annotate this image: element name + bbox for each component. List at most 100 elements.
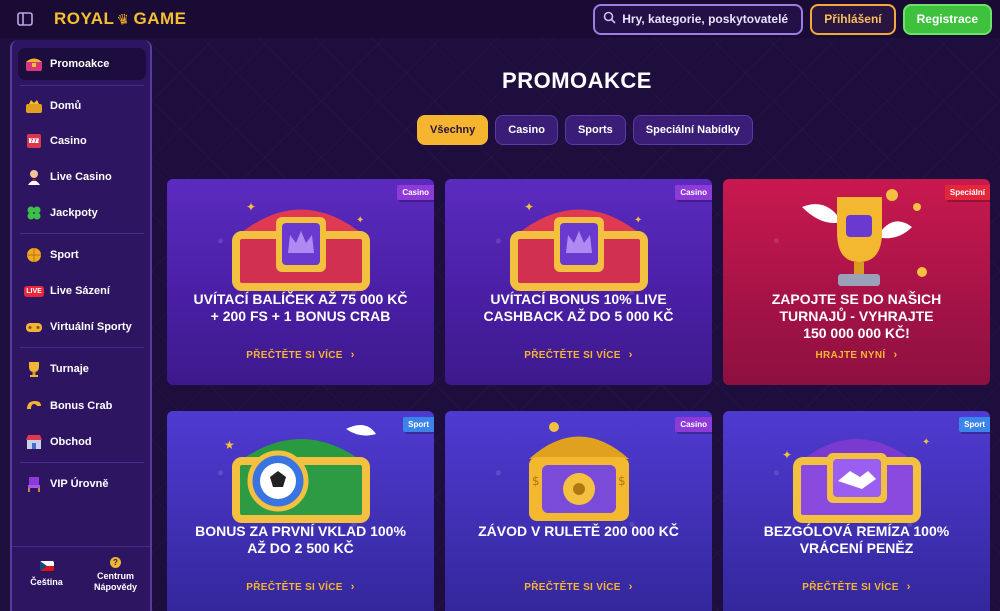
promo-card-roulette-race[interactable]: Casino $ $ ZÁVOD V RULETĚ 200 000 KČ PŘE… bbox=[445, 411, 712, 611]
sidebar-item-label: Domů bbox=[50, 100, 82, 112]
card-title-line2: + 200 FS + 1 BONUS CRAB bbox=[210, 308, 391, 324]
sidebar-item-label: Virtuální Sporty bbox=[50, 321, 132, 333]
card-title: ZÁVOD V RULETĚ 200 000 KČ bbox=[455, 523, 702, 540]
svg-text:$: $ bbox=[532, 474, 540, 488]
register-button[interactable]: Registrace bbox=[902, 3, 992, 35]
logo-text-royal: ROYAL bbox=[54, 9, 115, 28]
chevron-right-icon: › bbox=[893, 349, 898, 361]
read-more-link[interactable]: PŘEČTĚTE SI VÍCE › bbox=[167, 349, 434, 361]
top-header: ROYAL ♛ GAME Přihlášení Registrace bbox=[0, 0, 1000, 38]
sidebar-item-label: Live Sázení bbox=[50, 285, 110, 297]
help-label-line1: Centrum bbox=[96, 570, 134, 581]
royal-game-logo[interactable]: ROYAL ♛ GAME bbox=[54, 9, 187, 29]
winged-trophy-icon bbox=[801, 189, 927, 286]
help-center-link[interactable]: ? Centrum Nápovědy bbox=[81, 547, 150, 602]
football-chest-icon: ★ bbox=[224, 425, 376, 523]
card-tag: Casino bbox=[397, 185, 434, 200]
sidebar-item-jackpoty[interactable]: Jackpoty bbox=[18, 197, 146, 229]
logo-crown-icon: ♛ bbox=[115, 9, 133, 28]
card-title-line1: ZÁVOD V RULETĚ 200 000 KČ bbox=[478, 523, 679, 539]
card-title-line2: VRÁCENÍ PENĚZ bbox=[799, 540, 914, 556]
read-more-link[interactable]: PŘEČTĚTE SI VÍCE › bbox=[445, 581, 712, 593]
chevron-right-icon: › bbox=[350, 349, 355, 361]
sidebar-item-label: Promoakce bbox=[50, 58, 110, 70]
sidebar-item-label: Turnaje bbox=[50, 363, 89, 375]
read-more-link[interactable]: PŘEČTĚTE SI VÍCE › bbox=[445, 349, 712, 361]
language-selector[interactable]: Čeština bbox=[12, 547, 81, 602]
login-button[interactable]: Přihlášení bbox=[810, 3, 896, 35]
sidebar-item-turnaje[interactable]: Turnaje bbox=[18, 353, 146, 385]
language-label: Čeština bbox=[30, 577, 63, 587]
sidebar-divider bbox=[20, 462, 144, 463]
dealer-icon bbox=[24, 167, 44, 187]
play-now-link[interactable]: HRAJTE NYNÍ › bbox=[723, 349, 990, 361]
card-title-line2: AŽ DO 2 500 KČ bbox=[247, 540, 354, 556]
sidebar-item-obchod[interactable]: Obchod bbox=[18, 426, 146, 458]
filter-casino[interactable]: Casino bbox=[495, 115, 558, 145]
chevron-right-icon: › bbox=[906, 581, 911, 593]
search-box[interactable] bbox=[593, 3, 804, 35]
live-badge-icon: LIVE bbox=[24, 281, 44, 301]
help-label-line2: Nápovědy bbox=[93, 581, 137, 592]
sidebar-toggle-icon[interactable] bbox=[14, 8, 36, 30]
shop-icon bbox=[24, 432, 44, 452]
read-more-label: PŘEČTĚTE SI VÍCE bbox=[246, 350, 343, 361]
card-title-line1: UVÍTACÍ BALÍČEK AŽ 75 000 KČ bbox=[193, 291, 408, 307]
sidebar-item-label: Obchod bbox=[50, 436, 92, 448]
svg-text:✦: ✦ bbox=[782, 448, 792, 462]
svg-text:✦: ✦ bbox=[356, 215, 364, 226]
promo-card-first-deposit[interactable]: Sport ★ BONUS ZA PRVNÍ VKLAD 100% AŽ DO … bbox=[167, 411, 434, 611]
handshake-chest-icon: ✦ ✦ bbox=[782, 437, 930, 523]
sidebar-divider bbox=[20, 347, 144, 348]
promo-card-goalless-draw[interactable]: Sport ✦ ✦ BEZGÓLOVÁ REMÍZA 100% VRÁCENÍ … bbox=[723, 411, 990, 611]
sidebar-item-bonus-crab[interactable]: Bonus Crab bbox=[18, 390, 146, 422]
search-input[interactable] bbox=[622, 12, 793, 26]
promo-card-live-cashback[interactable]: Casino ✦ ✦ UVÍTACÍ BONUS 10% LIVE CASHBA… bbox=[445, 179, 712, 385]
sidebar-item-sport[interactable]: Sport bbox=[18, 239, 146, 271]
sidebar-divider bbox=[20, 233, 144, 234]
sidebar-item-domu[interactable]: Domů bbox=[18, 90, 146, 122]
svg-text:✦: ✦ bbox=[922, 437, 930, 448]
ball-icon bbox=[24, 245, 44, 265]
card-title: BEZGÓLOVÁ REMÍZA 100% VRÁCENÍ PENĚZ bbox=[733, 523, 980, 557]
sidebar-item-label: Live Casino bbox=[50, 171, 112, 183]
read-more-link[interactable]: PŘEČTĚTE SI VÍCE › bbox=[167, 581, 434, 593]
sidebar-item-live-sazeni[interactable]: LIVE Live Sázení bbox=[18, 275, 146, 307]
card-title: ZAPOJTE SE DO NAŠICH TURNAJŮ - VYHRAJTE … bbox=[733, 291, 980, 342]
sidebar-item-promoakce[interactable]: Promoakce bbox=[18, 48, 146, 80]
chevron-right-icon: › bbox=[628, 349, 633, 361]
sidebar-item-casino[interactable]: 777 Casino bbox=[18, 125, 146, 157]
card-title-line1: UVÍTACÍ BONUS 10% LIVE bbox=[490, 291, 667, 307]
czech-flag-icon bbox=[39, 561, 54, 571]
sidebar-item-live-casino[interactable]: Live Casino bbox=[18, 161, 146, 193]
crown-chest-icon: ✦ ✦ bbox=[509, 200, 648, 291]
treasure-chest-icon bbox=[24, 54, 44, 74]
clover-icon bbox=[24, 203, 44, 223]
filter-special-offers[interactable]: Speciální Nabídky bbox=[632, 115, 753, 145]
read-more-label: PŘEČTĚTE SI VÍCE bbox=[246, 582, 343, 593]
card-title-line1: ZAPOJTE SE DO NAŠICH bbox=[771, 291, 942, 307]
filter-sports[interactable]: Sports bbox=[564, 115, 626, 145]
sidebar-item-label: Casino bbox=[50, 135, 87, 147]
trophy-icon bbox=[24, 359, 44, 379]
sidebar-item-label: Jackpoty bbox=[50, 207, 98, 219]
sidebar-footer: Čeština ? Centrum Nápovědy bbox=[12, 546, 150, 602]
play-now-label: HRAJTE NYNÍ bbox=[815, 350, 886, 361]
vip-chair-icon bbox=[24, 474, 44, 494]
sidebar-item-label: Sport bbox=[50, 249, 79, 261]
card-title-line2: TURNAJŮ - VYHRAJTE bbox=[779, 308, 934, 324]
sidebar: Promoakce Domů 777 Casino Live Casino Ja… bbox=[10, 40, 152, 611]
promo-card-welcome-package[interactable]: Casino ✦ ✦ UVÍTACÍ BALÍČEK AŽ 75 000 KČ … bbox=[167, 179, 434, 385]
sidebar-item-label: VIP Úrovně bbox=[50, 478, 109, 490]
help-icon: ? bbox=[110, 556, 121, 568]
sidebar-item-vip-urovne[interactable]: VIP Úrovně bbox=[18, 468, 146, 500]
read-more-label: PŘEČTĚTE SI VÍCE bbox=[802, 582, 899, 593]
card-title: UVÍTACÍ BALÍČEK AŽ 75 000 KČ + 200 FS + … bbox=[177, 291, 424, 325]
read-more-link[interactable]: PŘEČTĚTE SI VÍCE › bbox=[723, 581, 990, 593]
promo-card-tournaments[interactable]: Speciální ZAPOJTE SE DO NAŠICH TURNAJŮ -… bbox=[723, 179, 990, 385]
svg-text:777: 777 bbox=[30, 139, 41, 145]
card-tag: Casino bbox=[675, 417, 712, 432]
svg-text:✦: ✦ bbox=[524, 200, 534, 214]
filter-all[interactable]: Všechny bbox=[417, 115, 489, 145]
sidebar-item-virtualni-sporty[interactable]: Virtuální Sporty bbox=[18, 311, 146, 343]
